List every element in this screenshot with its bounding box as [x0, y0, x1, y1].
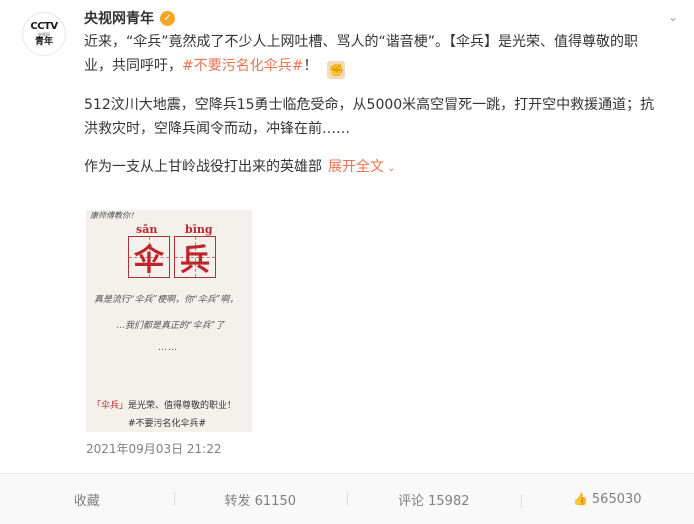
avatar-logo-bottom: 青年: [35, 37, 53, 47]
post-paragraph-3: 作为一支从上甘岭战役打出来的英雄部展开全文 ⌄: [84, 155, 659, 181]
hashtag-link[interactable]: #不要污名化伞兵#: [182, 58, 303, 74]
username-row: 央视网青年 ✓: [84, 8, 175, 28]
image-text-line-1: 真是流行“伞兵”梗啊，你“伞兵”啊，: [94, 292, 238, 305]
post-text-part: ！: [303, 58, 317, 74]
fist-emoji-icon: ✊: [327, 61, 345, 79]
comment-button[interactable]: 评论 15982: [347, 490, 521, 509]
image-caption-top: 康师傅教你！: [90, 210, 138, 221]
image-hashtag: #不要污名化伞兵#: [128, 416, 206, 429]
post-image[interactable]: 康师傅教你！ sǎn bīng 伞 兵 真是流行“伞兵”梗啊，你“伞兵”啊， ……: [86, 210, 252, 432]
image-text-line-3: 「伞兵」是光荣、值得尊敬的职业！: [92, 398, 236, 411]
post-paragraph-1: 近来，“伞兵”竟然成了不少人上网吐槽、骂人的“谐音梗”。【伞兵】是光荣、值得尊敬…: [84, 30, 659, 79]
post-text-part: 近来，“伞兵”竟然成了不少人上网吐槽、骂人的“谐音梗”。【伞兵】是光荣、值得尊敬…: [84, 34, 638, 74]
comment-label: 评论 15982: [398, 494, 470, 509]
thumbs-up-icon: 👍: [573, 492, 588, 506]
expand-label: 展开全文: [328, 159, 384, 175]
repost-label: 转发 61150: [225, 494, 297, 509]
avatar[interactable]: CCTV 央视网 青年: [22, 12, 66, 56]
expand-full-text-link[interactable]: 展开全文 ⌄: [328, 159, 396, 175]
image-text-red: 「伞兵」: [92, 401, 128, 411]
avatar-logo-text: CCTV: [30, 21, 57, 32]
post-text-part: 作为一支从上甘岭战役打出来的英雄部: [84, 159, 322, 175]
chevron-down-icon[interactable]: ⌄: [666, 10, 680, 24]
verified-badge-icon: ✓: [160, 11, 175, 26]
post-text: 近来，“伞兵”竟然成了不少人上网吐槽、骂人的“谐音梗”。【伞兵】是光荣、值得尊敬…: [84, 30, 659, 181]
chevron-down-icon: ⌄: [384, 163, 396, 174]
image-dots: ……: [158, 343, 178, 353]
like-count: 565030: [592, 492, 642, 507]
image-text-rest: 是光荣、值得尊敬的职业！: [128, 401, 236, 411]
action-bar: 收藏 转发 61150 评论 15982 👍 565030: [0, 473, 694, 524]
like-button[interactable]: 👍 565030: [521, 492, 694, 507]
collect-button[interactable]: 收藏: [0, 490, 174, 509]
repost-button[interactable]: 转发 61150: [174, 490, 348, 509]
weibo-post-card: CCTV 央视网 青年 央视网青年 ✓ ⌄ 近来，“伞兵”竟然成了不少人上网吐槽…: [0, 0, 694, 523]
character-box-bing: 兵: [174, 236, 216, 278]
timestamp[interactable]: 2021年09月03日 21:22: [86, 440, 221, 457]
character-san: 伞: [134, 235, 164, 279]
username[interactable]: 央视网青年: [84, 8, 154, 28]
image-text-line-2: …我们都是真正的“伞兵”了: [116, 318, 224, 331]
character-bing: 兵: [180, 235, 210, 279]
collect-label: 收藏: [74, 494, 100, 509]
post-paragraph-2: 512汶川大地震，空降兵15勇士临危受命，从5000米高空冒死一跳，打开空中救援…: [84, 93, 659, 141]
character-box-san: 伞: [128, 236, 170, 278]
